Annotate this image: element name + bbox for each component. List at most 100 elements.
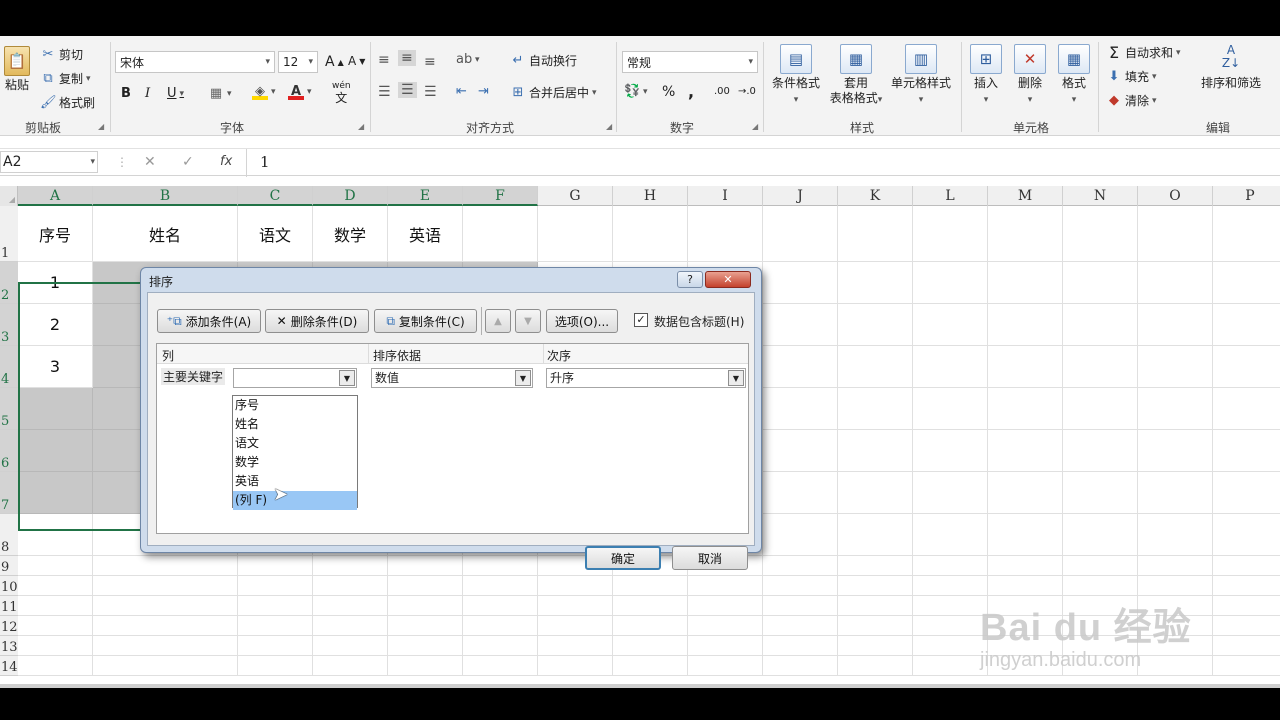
- column-header-b[interactable]: B: [93, 186, 238, 206]
- cell[interactable]: [93, 636, 238, 656]
- cell[interactable]: [838, 430, 913, 472]
- insert-function-icon[interactable]: fx: [220, 154, 232, 169]
- cell[interactable]: [18, 656, 93, 676]
- cell[interactable]: [18, 472, 93, 514]
- cell[interactable]: [1213, 304, 1280, 346]
- list-item[interactable]: 姓名: [233, 415, 357, 434]
- cell[interactable]: [838, 262, 913, 304]
- cell[interactable]: [913, 576, 988, 596]
- cell[interactable]: [1213, 636, 1280, 656]
- cell[interactable]: [238, 556, 313, 576]
- cell[interactable]: [1213, 556, 1280, 576]
- cell[interactable]: [613, 596, 688, 616]
- cell[interactable]: [988, 206, 1063, 262]
- cell[interactable]: [1063, 346, 1138, 388]
- cell[interactable]: [1138, 346, 1213, 388]
- ok-button[interactable]: 确定: [585, 546, 661, 570]
- column-select[interactable]: ▼: [233, 368, 357, 388]
- cell[interactable]: [913, 388, 988, 430]
- cell[interactable]: 数学: [313, 206, 388, 262]
- orientation-button[interactable]: ab ▾: [456, 52, 480, 68]
- dialog-launcher-icon[interactable]: ◢: [98, 122, 104, 131]
- sheet-tab-strip[interactable]: [0, 684, 1280, 688]
- align-center-icon[interactable]: ☰: [398, 82, 417, 98]
- cell[interactable]: [763, 596, 838, 616]
- cell[interactable]: [913, 262, 988, 304]
- copy-condition-button[interactable]: ⧉ 复制条件(C): [374, 309, 477, 333]
- cell[interactable]: [1138, 472, 1213, 514]
- cell[interactable]: [1213, 616, 1280, 636]
- cell[interactable]: [913, 616, 988, 636]
- cell[interactable]: [1213, 576, 1280, 596]
- column-header-m[interactable]: M: [988, 186, 1063, 206]
- decrease-indent-icon[interactable]: ⇤: [456, 84, 467, 99]
- cancel-button[interactable]: 取消: [672, 546, 748, 570]
- cell[interactable]: [313, 616, 388, 636]
- copy-button[interactable]: ⧉ 复制 ▾: [40, 70, 90, 87]
- cell[interactable]: [763, 616, 838, 636]
- cell[interactable]: [988, 556, 1063, 576]
- cell[interactable]: 语文: [238, 206, 313, 262]
- cell[interactable]: [538, 596, 613, 616]
- cell[interactable]: [313, 656, 388, 676]
- chevron-down-icon[interactable]: ▼: [339, 370, 355, 386]
- cell[interactable]: 序号: [18, 206, 93, 262]
- cell[interactable]: [1138, 576, 1213, 596]
- column-header-d[interactable]: D: [313, 186, 388, 206]
- fill-button[interactable]: ⬇ 填充 ▾: [1106, 68, 1157, 85]
- row-header-4[interactable]: 4: [0, 346, 18, 388]
- cell[interactable]: [838, 514, 913, 556]
- cell[interactable]: [313, 576, 388, 596]
- help-button[interactable]: ?: [677, 271, 703, 288]
- cell[interactable]: [838, 472, 913, 514]
- cell[interactable]: [1213, 514, 1280, 556]
- cut-button[interactable]: ✂ 剪切: [40, 46, 83, 63]
- cell[interactable]: [763, 514, 838, 556]
- cell[interactable]: [763, 472, 838, 514]
- grow-font-button[interactable]: A ▲: [325, 54, 344, 70]
- decrease-decimal-button[interactable]: →.0: [738, 86, 756, 97]
- cell[interactable]: [838, 636, 913, 656]
- cell[interactable]: [1063, 472, 1138, 514]
- cell[interactable]: [913, 304, 988, 346]
- cell[interactable]: [763, 576, 838, 596]
- cell[interactable]: [688, 616, 763, 636]
- cell[interactable]: [93, 576, 238, 596]
- format-button[interactable]: ▦ 格式 ▾: [1054, 44, 1094, 108]
- cell[interactable]: [988, 514, 1063, 556]
- font-size-select[interactable]: 12 ▾: [278, 51, 318, 73]
- cell[interactable]: [838, 596, 913, 616]
- percent-button[interactable]: %: [662, 84, 675, 100]
- cell[interactable]: [238, 576, 313, 596]
- cell[interactable]: 姓名: [93, 206, 238, 262]
- cell[interactable]: [1213, 596, 1280, 616]
- cell[interactable]: [913, 472, 988, 514]
- cell[interactable]: [1213, 472, 1280, 514]
- column-dropdown-list[interactable]: 序号 姓名 语文 数学 英语 (列 F): [232, 395, 358, 510]
- cell[interactable]: [838, 206, 913, 262]
- cell[interactable]: [1138, 514, 1213, 556]
- cell[interactable]: [688, 206, 763, 262]
- cell[interactable]: [688, 636, 763, 656]
- cell[interactable]: [1138, 430, 1213, 472]
- cell[interactable]: [18, 636, 93, 656]
- list-item[interactable]: 数学: [233, 453, 357, 472]
- column-header-o[interactable]: O: [1138, 186, 1213, 206]
- list-item[interactable]: 英语: [233, 472, 357, 491]
- cell[interactable]: [538, 636, 613, 656]
- delete-condition-button[interactable]: ✕ 删除条件(D): [265, 309, 369, 333]
- sort-on-select[interactable]: 数值 ▼: [371, 368, 533, 388]
- cell[interactable]: [538, 656, 613, 676]
- column-header-n[interactable]: N: [1063, 186, 1138, 206]
- column-header-i[interactable]: I: [688, 186, 763, 206]
- cell[interactable]: [463, 636, 538, 656]
- cell[interactable]: [1063, 388, 1138, 430]
- cell[interactable]: [1138, 304, 1213, 346]
- has-headers-checkbox[interactable]: ✓: [634, 313, 648, 327]
- cell[interactable]: [93, 616, 238, 636]
- cell[interactable]: [388, 596, 463, 616]
- cell[interactable]: [388, 616, 463, 636]
- cell[interactable]: [913, 656, 988, 676]
- delete-button[interactable]: ✕ 删除 ▾: [1010, 44, 1050, 108]
- cell[interactable]: [313, 556, 388, 576]
